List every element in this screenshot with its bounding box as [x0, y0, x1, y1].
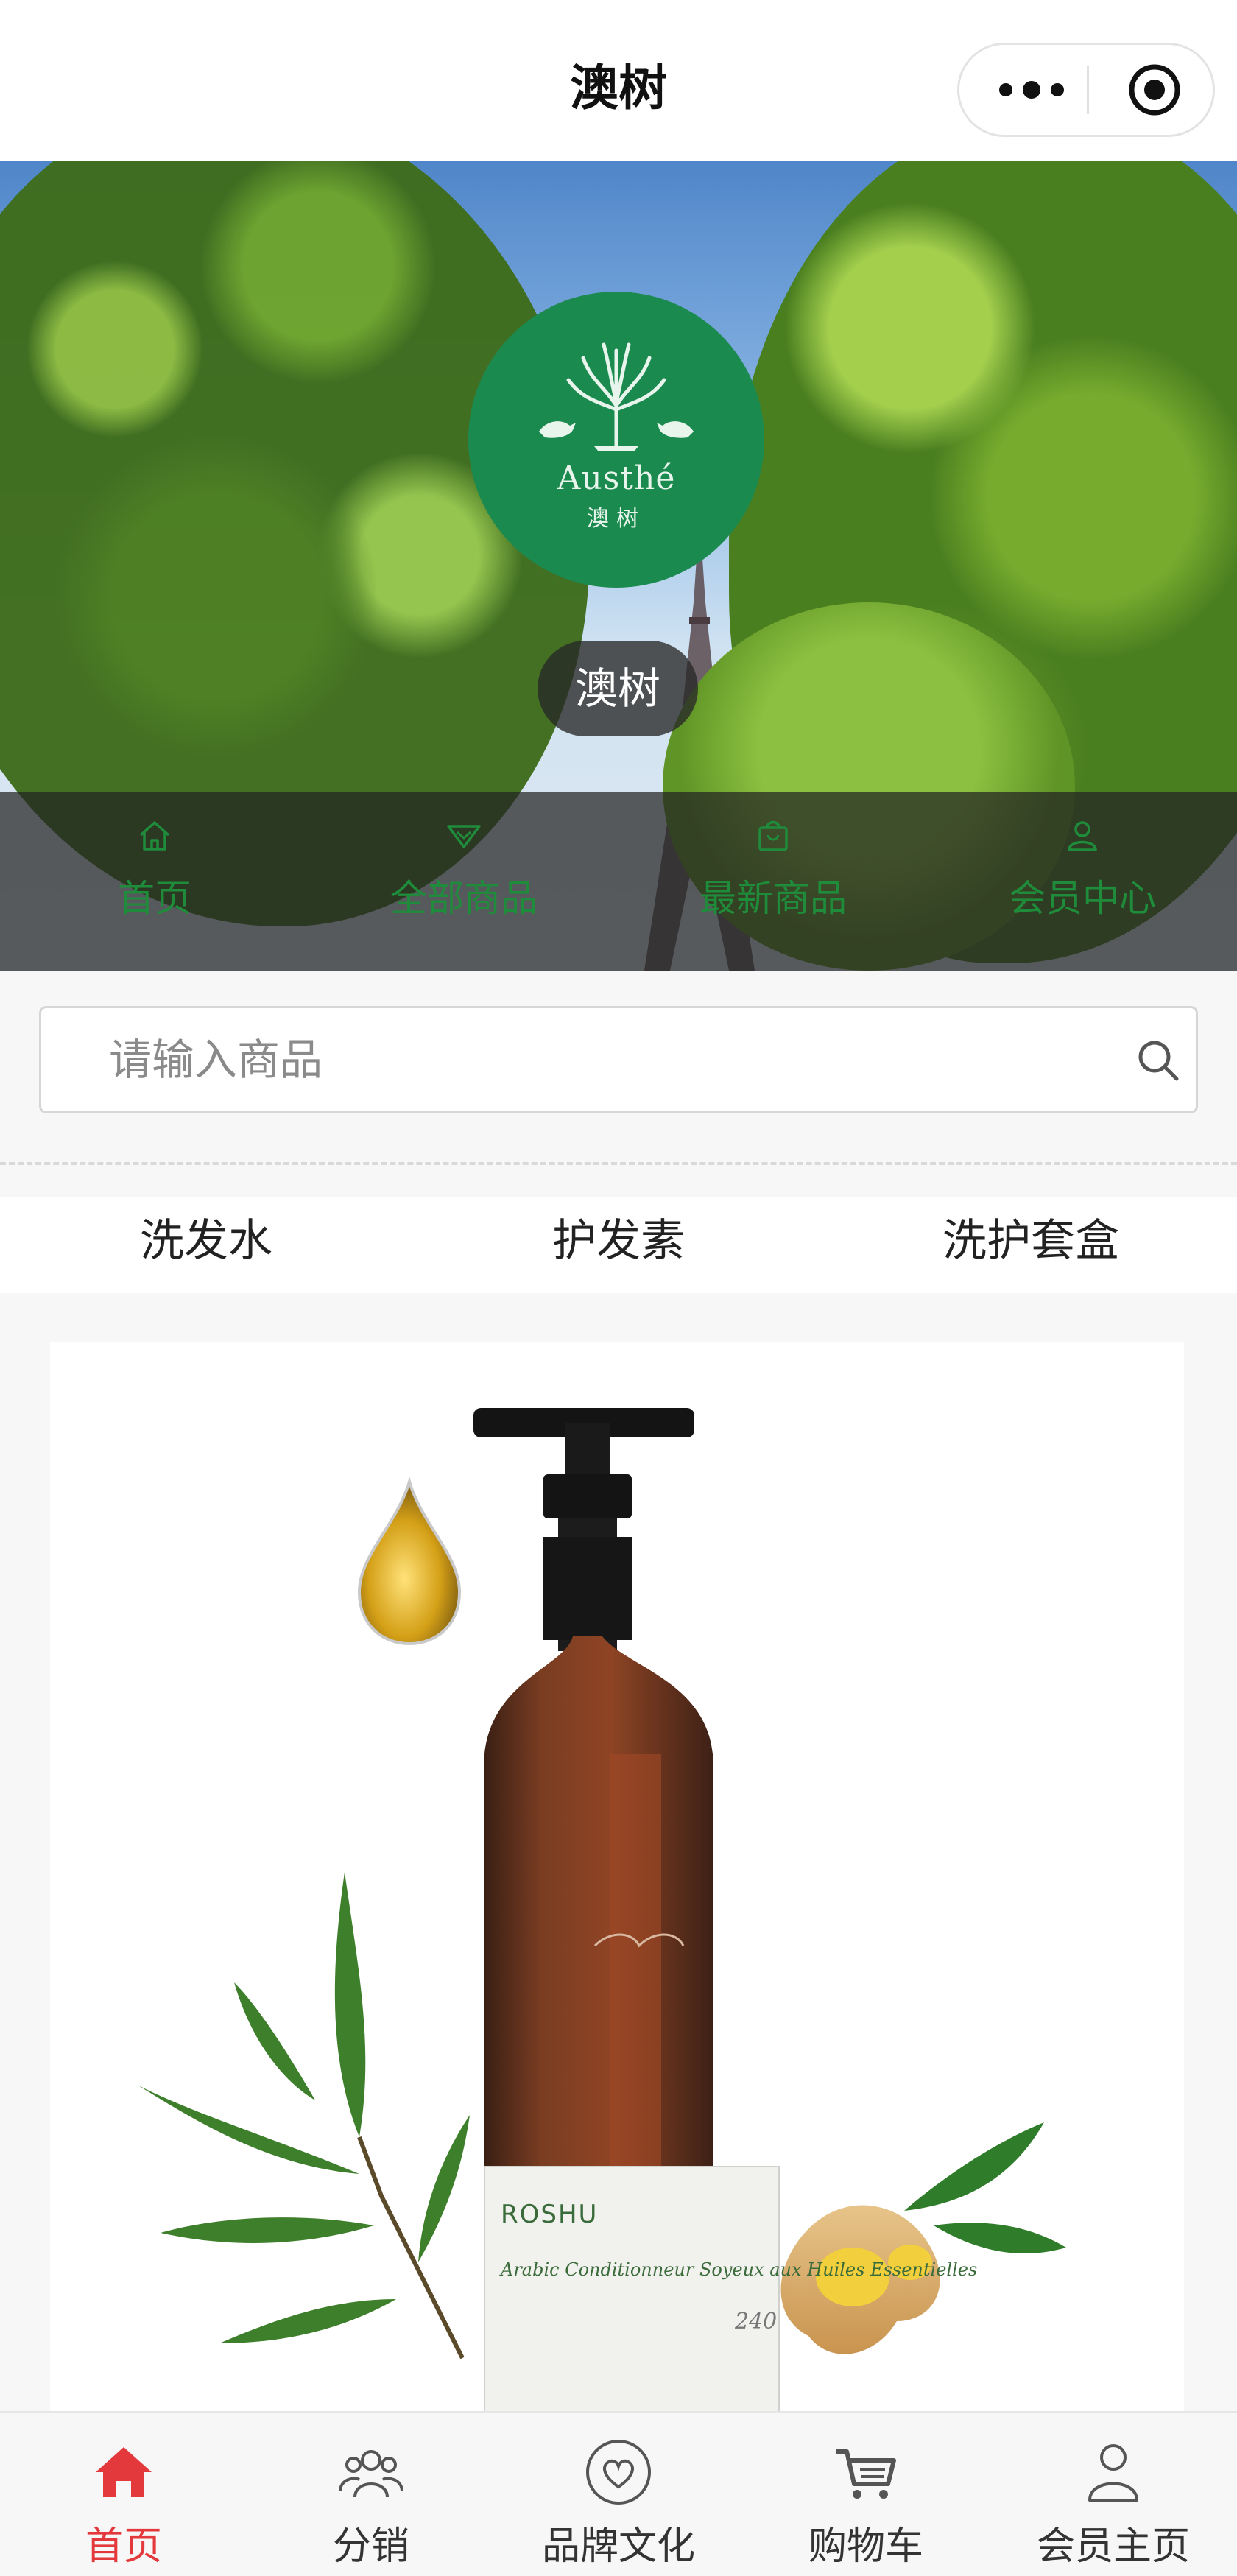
tab-distribution-label: 分销 [332, 2524, 409, 2569]
heart-circle-icon [586, 2440, 651, 2505]
cart-icon [836, 2449, 896, 2499]
tab-home[interactable]: 首页 [0, 2413, 247, 2576]
top-navigation-bar: 澳树 [0, 0, 1237, 161]
quick-nav-new-products-label: 最新商品 [699, 877, 847, 920]
section-divider [0, 1162, 1237, 1165]
more-dots-icon[interactable] [987, 45, 1076, 135]
home-icon [96, 2447, 152, 2497]
search-section [0, 971, 1237, 1162]
category-tab-shampoo[interactable]: 洗发水 [0, 1197, 412, 1293]
tab-member-home-label: 会员主页 [1036, 2524, 1190, 2569]
category-tab-conditioner[interactable]: 护发素 [412, 1197, 825, 1293]
person-icon [1088, 2444, 1138, 2502]
tab-brand-culture[interactable]: 品牌文化 [495, 2413, 742, 2576]
group-icon [339, 2450, 403, 2498]
brand-logo: Austhé 澳树 [468, 292, 764, 588]
hero-quick-nav: 首页 全部商品 最新商品 会员中心 [0, 792, 1237, 971]
tab-brand-culture-label: 品牌文化 [541, 2524, 695, 2569]
tab-cart[interactable]: 购物车 [742, 2413, 990, 2576]
capsule-divider [1087, 66, 1089, 114]
tab-cart-label: 购物车 [808, 2524, 923, 2569]
hero-banner: Austhé 澳树 澳树 首页 全部商品 最新商品 会员中心 [0, 161, 1237, 971]
quick-nav-member-center[interactable]: 会员中心 [928, 792, 1237, 971]
quick-nav-home-label: 首页 [118, 877, 191, 920]
quick-nav-new-products[interactable]: 最新商品 [618, 792, 928, 971]
brand-logo-cn: 澳树 [587, 506, 646, 532]
bag-icon [758, 820, 788, 851]
product-card[interactable]: ROSHU Arabic Conditionneur Soyeux aux Hu… [50, 1342, 1184, 2417]
product-image: ROSHU Arabic Conditionneur Soyeux aux Hu… [138, 1408, 1066, 2417]
brand-logo-text: Austhé [557, 460, 676, 497]
search-icon[interactable] [1134, 1036, 1183, 1085]
search-box[interactable] [39, 1006, 1198, 1113]
shop-name-badge: 澳树 [538, 641, 698, 736]
category-tab-gift-box[interactable]: 洗护套盒 [825, 1197, 1237, 1293]
tab-distribution[interactable]: 分销 [247, 2413, 495, 2576]
quick-nav-home[interactable]: 首页 [0, 792, 309, 971]
heart-tag-icon [447, 825, 481, 848]
target-circle-icon[interactable] [1127, 63, 1182, 117]
home-icon [139, 821, 170, 851]
tree-kangaroo-icon [539, 342, 694, 451]
search-input[interactable] [108, 1023, 1065, 1097]
quick-nav-all-products-label: 全部商品 [390, 877, 538, 920]
product-label-size: 240 [734, 2309, 777, 2334]
bottom-tab-bar: 首页 分销 品牌文化 购物车 会员主页 [0, 2411, 1237, 2576]
tab-member-home[interactable]: 会员主页 [990, 2413, 1237, 2576]
product-label-script: Arabic Conditionneur Soyeux aux Huiles E… [499, 2259, 977, 2280]
tab-home-label: 首页 [85, 2524, 162, 2569]
category-tabs: 洗发水 护发素 洗护套盒 [0, 1197, 1237, 1293]
product-label-brand: ROSHU [501, 2200, 598, 2229]
user-icon [1068, 821, 1097, 851]
quick-nav-member-center-label: 会员中心 [1009, 877, 1156, 920]
quick-nav-all-products[interactable]: 全部商品 [309, 792, 618, 971]
mini-program-capsule [957, 43, 1215, 137]
